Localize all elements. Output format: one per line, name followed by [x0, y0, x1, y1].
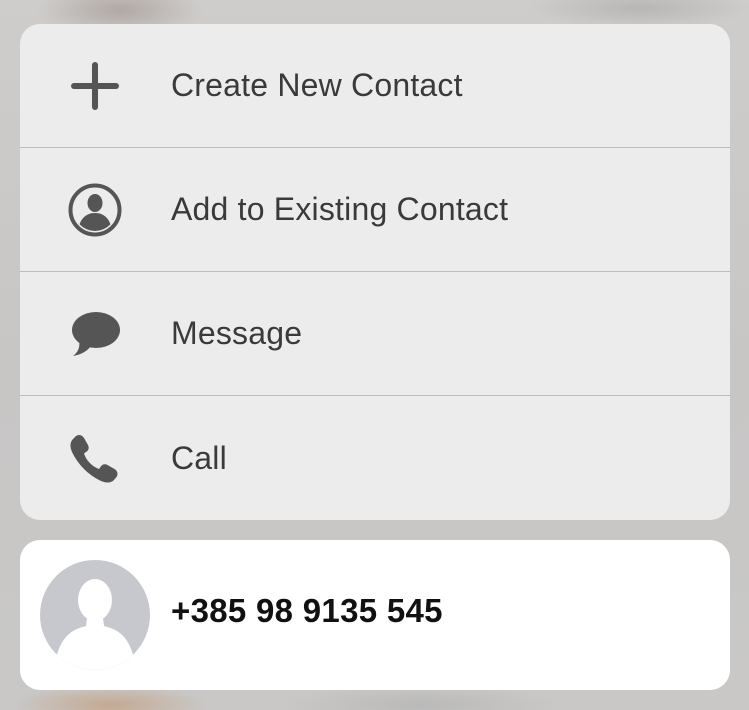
- menu-item-create-new-contact[interactable]: Create New Contact: [20, 24, 730, 148]
- menu-item-add-to-existing-contact[interactable]: Add to Existing Contact: [20, 148, 730, 272]
- menu-item-label: Message: [171, 315, 303, 351]
- contact-action-menu: Create New Contact Add to Existing Conta…: [20, 24, 730, 520]
- plus-icon: [66, 57, 124, 115]
- avatar: [40, 560, 150, 670]
- phone-icon: [66, 429, 124, 487]
- speech-bubble-icon: [66, 305, 124, 363]
- person-circle-icon: [66, 181, 124, 239]
- menu-item-label: Add to Existing Contact: [171, 191, 509, 227]
- person-silhouette-icon: [54, 579, 136, 670]
- menu-item-label: Create New Contact: [171, 67, 463, 103]
- menu-item-label: Call: [171, 439, 227, 476]
- menu-item-message[interactable]: Message: [20, 272, 730, 396]
- contact-phone-number: +385 98 9135 545: [171, 592, 443, 629]
- menu-item-call[interactable]: Call: [20, 396, 730, 520]
- contact-preview-card[interactable]: +385 98 9135 545: [20, 540, 730, 690]
